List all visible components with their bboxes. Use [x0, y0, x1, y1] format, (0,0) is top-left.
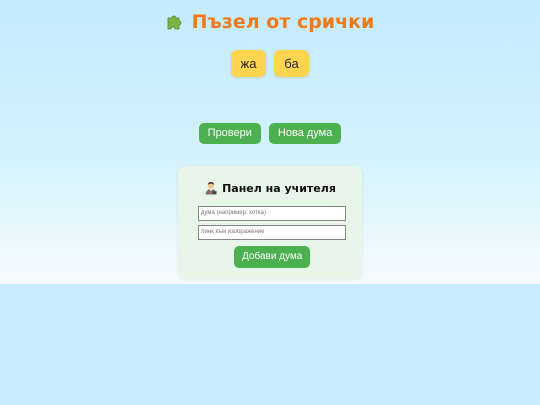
- page-title-text: Пъзел от срички: [191, 11, 375, 33]
- page-title: Пъзел от срички: [0, 11, 540, 36]
- word-input[interactable]: [198, 206, 346, 221]
- add-word-button[interactable]: Добави дума: [234, 246, 311, 268]
- teacher-icon: [204, 181, 218, 198]
- syllable-tile[interactable]: жа: [231, 50, 266, 77]
- new-word-button[interactable]: Нова дума: [268, 123, 342, 144]
- puzzle-piece-icon: [166, 13, 184, 36]
- image-link-input[interactable]: [198, 225, 346, 240]
- teacher-panel-title-text: Панел на учителя: [222, 182, 336, 195]
- syllable-tile[interactable]: ба: [274, 50, 309, 77]
- teacher-panel-title: Панел на учителя: [178, 181, 362, 198]
- teacher-panel: Панел на учителя Добави дума: [178, 166, 362, 279]
- game-controls: Провери Нова дума: [0, 123, 540, 144]
- check-button[interactable]: Провери: [198, 123, 261, 144]
- syllable-area: жа ба: [0, 50, 540, 77]
- puzzle-app: Пъзел от срички жа ба Провери Нова дума …: [0, 0, 540, 405]
